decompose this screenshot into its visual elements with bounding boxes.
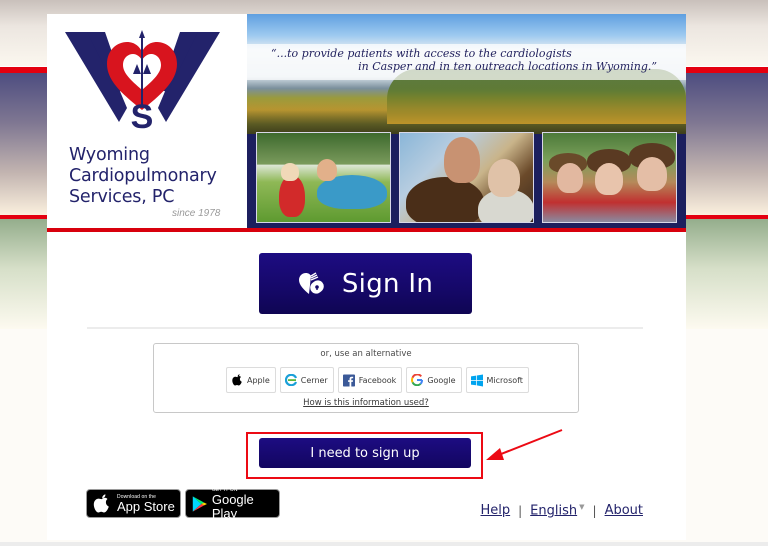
heart-lock-icon	[298, 271, 324, 294]
wcs-logo-icon: S	[65, 30, 220, 130]
apple-login-button[interactable]: Apple	[226, 367, 276, 393]
quote-line: in Casper and in ten outreach locations …	[358, 60, 657, 73]
provider-label: Facebook	[358, 375, 397, 385]
sign-in-button[interactable]: Sign In	[259, 253, 472, 314]
microsoft-login-button[interactable]: Microsoft	[465, 367, 529, 393]
logo-panel: S Wyoming Cardiopulmonary Services, PC s…	[47, 14, 247, 228]
how-info-used-link[interactable]: How is this information used?	[154, 398, 578, 408]
org-name-line: Cardiopulmonary	[69, 166, 217, 186]
apple-icon	[93, 493, 109, 512]
header-red-rule	[47, 228, 686, 232]
help-link[interactable]: Help	[480, 503, 510, 518]
language-link[interactable]: English	[530, 503, 577, 518]
facebook-icon	[342, 374, 355, 386]
google-play-icon	[192, 495, 208, 512]
provider-label: Microsoft	[486, 375, 523, 385]
microsoft-icon	[470, 374, 483, 386]
bottom-divider	[0, 542, 768, 546]
org-name-line: Wyoming	[69, 145, 150, 165]
photo-three-women	[542, 132, 677, 223]
footer-separator: |	[518, 503, 523, 518]
section-divider	[87, 327, 643, 329]
provider-label: Apple	[247, 375, 270, 385]
google-play-label: Google Play	[211, 491, 254, 521]
language-selector[interactable]: English ▼	[530, 503, 584, 518]
login-card: S Wyoming Cardiopulmonary Services, PC s…	[47, 14, 686, 540]
mission-quote: “...to provide patients with access to t…	[271, 47, 681, 73]
provider-label: Google	[427, 375, 456, 385]
svg-text:S: S	[131, 98, 154, 130]
chevron-down-icon: ▼	[579, 503, 585, 511]
annotation-arrow-icon	[486, 429, 563, 460]
google-icon	[411, 374, 424, 386]
photo-grandfather-child	[256, 132, 391, 223]
cerner-icon	[284, 374, 297, 386]
footer-links: Help | English ▼ | About	[480, 503, 643, 518]
google-login-button[interactable]: Google	[406, 367, 462, 393]
provider-label: Cerner	[300, 375, 328, 385]
organization-name: Wyoming Cardiopulmonary Services, PC	[69, 145, 217, 208]
apple-icon	[231, 374, 243, 386]
about-link[interactable]: About	[605, 503, 643, 518]
app-store-label: App Store	[117, 498, 175, 514]
alternative-title: or, use an alternative	[320, 349, 412, 359]
cerner-login-button[interactable]: Cerner	[279, 367, 334, 393]
photo-couple	[399, 132, 534, 223]
facebook-login-button[interactable]: Facebook	[337, 367, 403, 393]
since-year: since 1978	[172, 208, 221, 219]
photo-row	[256, 132, 681, 223]
sign-in-label: Sign In	[341, 268, 434, 299]
provider-list: Apple Cerner Facebook Google Microsoft	[226, 367, 529, 393]
app-store-badge[interactable]: Download on the App Store	[86, 489, 181, 518]
quote-line: “...to provide patients with access to t…	[271, 47, 572, 60]
google-play-badge[interactable]: GET IT ON Google Play	[185, 487, 280, 521]
org-name-line: Services, PC	[69, 187, 175, 207]
sign-up-button[interactable]: I need to sign up	[259, 438, 471, 468]
alternative-login-box: or, use an alternative Apple Cerner Face…	[153, 343, 579, 413]
header-banner: “...to provide patients with access to t…	[247, 14, 686, 228]
footer-separator: |	[592, 503, 597, 518]
